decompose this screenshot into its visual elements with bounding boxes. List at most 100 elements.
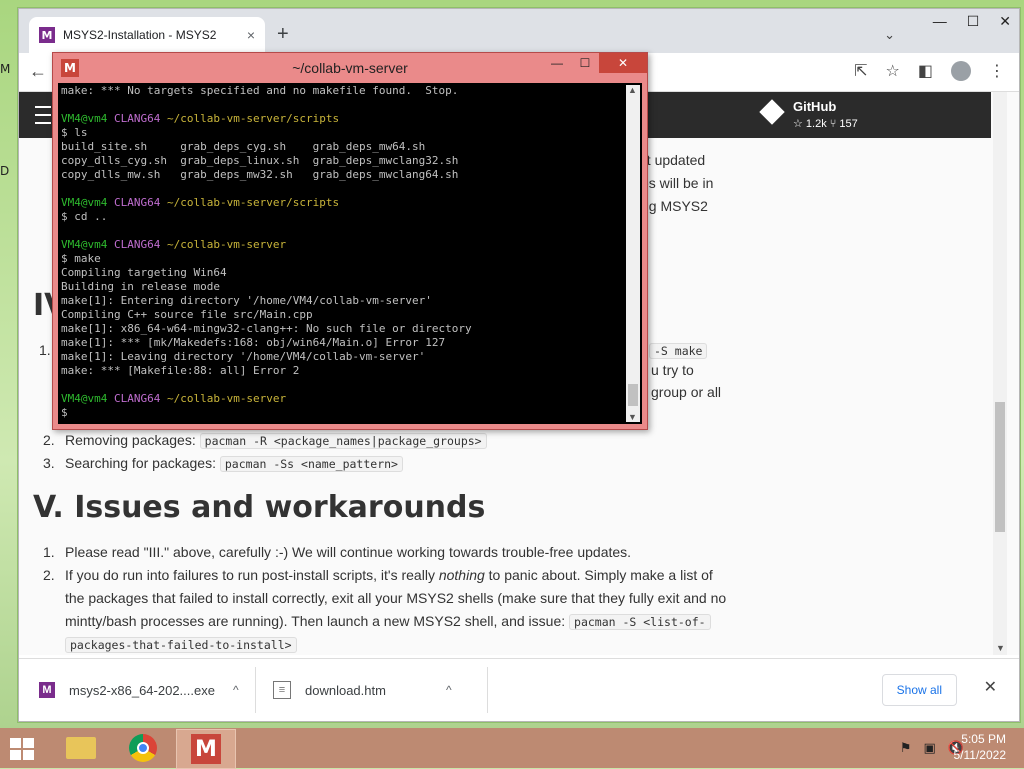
- taskbar: M ⚑ ▣ 🔇 5:05 PM 5/11/2022: [0, 728, 1024, 769]
- list-item-v2: 2. If you do run into failures to run pos…: [43, 567, 713, 583]
- terminal-line: copy_dlls_mw.sh grab_deps_mw32.sh grab_d…: [61, 168, 459, 181]
- tab-search-chevron-icon[interactable]: ⌄: [884, 27, 895, 43]
- close-window-button[interactable]: ✕: [999, 13, 1011, 30]
- msys2-favicon-icon: M: [39, 27, 55, 43]
- download-bar: M msys2-x86_64-202....exe ^ ≡ download.h…: [19, 658, 1019, 721]
- terminal-line: Compiling C++ source file src/Main.cpp: [61, 308, 313, 321]
- download-filename: msys2-x86_64-202....exe: [69, 682, 215, 698]
- terminal-scrollbar[interactable]: ▲ ▼: [626, 85, 640, 422]
- list-item-v2-line2: the packages that failed to install corr…: [65, 590, 727, 606]
- terminal-minimize-button[interactable]: —: [543, 53, 571, 73]
- window-controls: — ☐ ✕: [933, 13, 1011, 30]
- clock[interactable]: 5:05 PM 5/11/2022: [954, 731, 1007, 763]
- terminal-prompt-line: VM4@vm4 CLANG64 ~/collab-vm-server/scrip…: [61, 112, 340, 125]
- list-item-v2-line4: packages-that-failed-to-install>: [65, 636, 297, 653]
- code-fragment: -S make: [649, 342, 708, 359]
- page-scrollbar[interactable]: ▼: [993, 92, 1007, 655]
- terminal-line: make[1]: x86_64-w64-mingw32-clang++: No …: [61, 322, 472, 335]
- taskbar-file-explorer[interactable]: [52, 729, 110, 767]
- terminal-close-button[interactable]: ✕: [599, 53, 647, 73]
- scroll-up-arrow-icon[interactable]: ▲: [628, 85, 637, 95]
- tab-msys2[interactable]: M MSYS2-Installation - MSYS2 ×: [29, 17, 265, 53]
- start-button-windows-icon[interactable]: [10, 738, 36, 760]
- terminal-line: make[1]: *** [mk/Makedefs:168: obj/win64…: [61, 336, 446, 349]
- show-all-button[interactable]: Show all: [881, 674, 957, 706]
- terminal-line: $ ls: [61, 126, 88, 139]
- side-panel-icon[interactable]: ◧: [918, 61, 933, 81]
- code-remove: pacman -R <package_names|package_groups>: [199, 433, 487, 449]
- hamburger-menu-icon[interactable]: [35, 106, 51, 124]
- minimize-button[interactable]: —: [933, 13, 947, 30]
- terminal-maximize-button[interactable]: ☐: [571, 53, 599, 73]
- scrollbar-thumb[interactable]: [995, 402, 1005, 532]
- terminal-line: copy_dlls_cyg.sh grab_deps_linux.sh grab…: [61, 154, 459, 167]
- terminal-scroll-thumb[interactable]: [628, 384, 638, 406]
- text-fragment: ng MSYS2: [641, 198, 708, 214]
- terminal-window[interactable]: M ~/collab-vm-server — ☐ ✕ make: *** No …: [52, 52, 648, 430]
- list-item-searching: 3. Searching for packages: pacman -Ss <na…: [43, 455, 403, 472]
- terminal-console[interactable]: make: *** No targets specified and no ma…: [58, 83, 642, 424]
- text-fragment: u try to: [651, 362, 694, 378]
- terminal-titlebar[interactable]: M ~/collab-vm-server — ☐ ✕: [53, 53, 647, 83]
- action-center-flag-icon[interactable]: ⚑: [900, 740, 912, 756]
- terminal-output: make: *** No targets specified and no ma…: [61, 84, 620, 420]
- tab-strip: M MSYS2-Installation - MSYS2 × + ⌄ — ☐ ✕: [19, 9, 1019, 53]
- maximize-button[interactable]: ☐: [967, 13, 980, 30]
- msys2-icon: M: [191, 734, 221, 764]
- terminal-line: make: *** No targets specified and no ma…: [61, 84, 459, 97]
- list-item-v1: 1. Please read "III." above, carefully :-…: [43, 544, 632, 560]
- divider: [487, 667, 488, 713]
- list-item-v2-line3: mintty/bash processes are running). Then…: [65, 613, 711, 630]
- chevron-up-icon[interactable]: ^: [446, 683, 452, 697]
- share-icon[interactable]: ⇱: [854, 61, 867, 81]
- chevron-up-icon[interactable]: ^: [233, 683, 239, 697]
- terminal-prompt-line: VM4@vm4 CLANG64 ~/collab-vm-server: [61, 238, 287, 251]
- terminal-window-controls: — ☐ ✕: [543, 53, 647, 73]
- terminal-line: make[1]: Entering directory '/home/VM4/c…: [61, 294, 432, 307]
- chrome-icon: [129, 734, 157, 762]
- divider: [255, 667, 256, 713]
- text-fragment: group or all: [651, 384, 722, 400]
- terminal-line: $: [61, 406, 68, 419]
- terminal-line: $ cd ..: [61, 210, 108, 223]
- browser-menu-icon[interactable]: ⋮: [989, 61, 1005, 81]
- toolbar-actions: ⇱ ☆ ◧ ⋮: [854, 61, 1005, 81]
- new-tab-button[interactable]: +: [277, 23, 289, 46]
- terminal-line: make: *** [Makefile:88: all] Error 2: [61, 364, 300, 377]
- github-stats: ☆ 1.2k ⑂ 157: [793, 118, 858, 130]
- terminal-line: $ make: [61, 252, 101, 265]
- clock-date: 5/11/2022: [953, 748, 1007, 762]
- tab-close-icon[interactable]: ×: [247, 27, 255, 43]
- profile-avatar[interactable]: [951, 61, 971, 81]
- terminal-line: make[1]: Leaving directory '/home/VM4/co…: [61, 350, 426, 363]
- terminal-line: Compiling targeting Win64: [61, 266, 227, 279]
- clock-time: 5:05 PM: [961, 732, 1006, 746]
- desktop-icon-label: M: [0, 62, 11, 76]
- download-item-htm[interactable]: ≡ download.htm ^: [273, 659, 452, 721]
- bookmark-star-icon[interactable]: ☆: [886, 61, 900, 81]
- desktop-icon-label: D: [0, 164, 10, 178]
- terminal-line: Building in release mode: [61, 280, 220, 293]
- download-item-msys2[interactable]: M msys2-x86_64-202....exe ^: [39, 659, 239, 721]
- folder-icon: [66, 737, 96, 759]
- terminal-line: build_site.sh grab_deps_cyg.sh grab_deps…: [61, 140, 426, 153]
- terminal-prompt-line: VM4@vm4 CLANG64 ~/collab-vm-server/scrip…: [61, 196, 340, 209]
- taskbar-chrome[interactable]: [114, 729, 172, 767]
- taskbar-msys2[interactable]: M: [176, 729, 236, 769]
- list-number: 1.: [39, 342, 51, 358]
- terminal-prompt-line: VM4@vm4 CLANG64 ~/collab-vm-server: [61, 392, 287, 405]
- close-download-bar-icon[interactable]: ✕: [984, 677, 997, 697]
- scroll-down-arrow-icon[interactable]: ▼: [996, 643, 1005, 653]
- network-icon[interactable]: ▣: [924, 740, 936, 756]
- document-icon: ≡: [273, 681, 291, 699]
- back-arrow-icon[interactable]: ←: [29, 61, 47, 82]
- scroll-down-arrow-icon[interactable]: ▼: [628, 412, 637, 422]
- section-heading-v: V. Issues and workarounds: [33, 490, 486, 525]
- code-search: pacman -Ss <name_pattern>: [219, 456, 403, 472]
- git-logo-icon: [759, 99, 785, 125]
- tab-title: MSYS2-Installation - MSYS2: [63, 28, 217, 42]
